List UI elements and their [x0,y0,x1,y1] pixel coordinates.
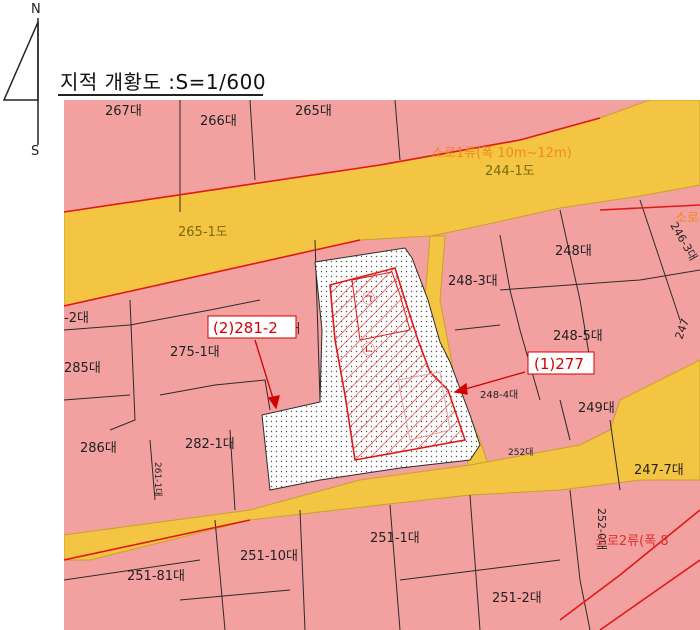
road-label-right-edge: 소로 [675,211,699,226]
parcel-label: 275-1대 [170,345,220,360]
site-mark-1: ㉠ [362,292,375,307]
parcel-label: 248대 [555,244,592,259]
parcel-label: 282-1대 [185,437,235,452]
parcel-label: 251-1대 [370,531,420,546]
parcel-label: 248-4대 [480,389,518,401]
parcel-label: 265-1도 [178,225,228,240]
parcel-label: 248-3대 [448,274,498,289]
parcel-label: 261-1대 [152,462,163,496]
parcel-label: 251-2대 [492,591,542,606]
parcel-label: 266대 [200,114,237,129]
parcel-label: 247-7대 [634,463,684,478]
parcel-label: 265대 [295,104,332,119]
parcel-label: -2대 [64,311,89,326]
parcel-label: 286대 [80,441,117,456]
callout-277-label: (1)277 [534,355,584,373]
road-label-upper: 소로1류(폭 10m~12m) [432,146,572,161]
parcel-label: 251-10대 [240,549,298,564]
site-mark-2: ㉡ [362,343,375,358]
cadastral-map: N S 지적 개황도 :S=1/600 ㉠ ㉡ 267대 266대 265대 2… [0,0,700,630]
map-canvas: ㉠ ㉡ 267대 266대 265대 265-1도 244-1도 248대 24… [64,100,700,630]
road-label-lower: 소로2류(폭 8 [595,534,669,549]
parcel-label: 249대 [578,401,615,416]
parcel-label: 252대 [508,447,533,458]
callout-281-2: (2)281-2 [207,315,297,339]
callout-277: (1)277 [527,351,595,375]
parcel-label: 248-5대 [553,329,603,344]
callout-281-2-label: (2)281-2 [213,319,278,337]
parcel-label: 285대 [64,361,101,376]
parcel-label: 244-1도 [485,164,535,179]
parcel-label: 267대 [105,104,142,119]
parcel-label: 251-81대 [127,569,185,584]
